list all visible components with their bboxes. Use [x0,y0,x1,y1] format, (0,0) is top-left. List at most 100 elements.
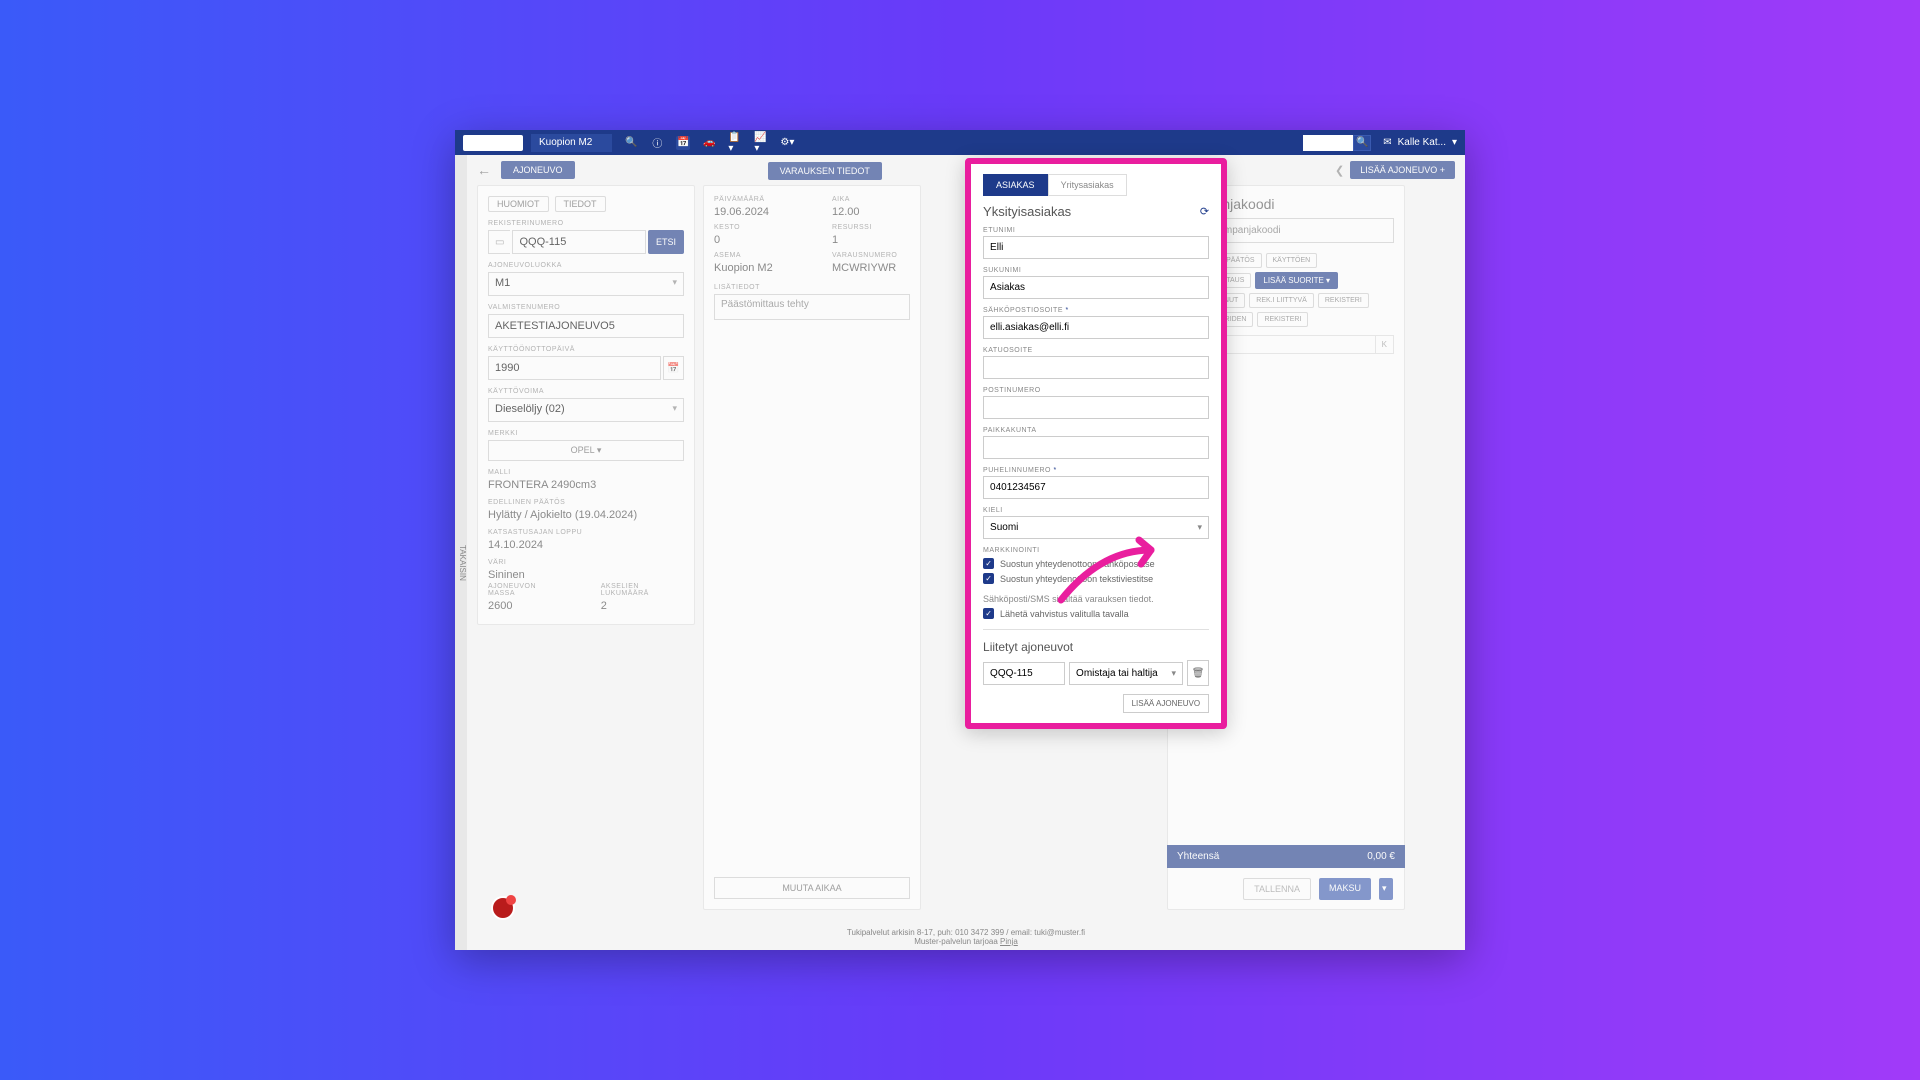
firstname-input[interactable] [983,236,1209,259]
left-rail[interactable]: TAKAISIN [455,155,467,950]
checkbox-sms-consent[interactable]: ✓Suostun yhteydenottoon tekstiviestitse [983,573,1209,584]
label-reg: REKISTERINUMERO [488,220,684,227]
label-res: RESURSSI [832,224,910,231]
label-zip: POSTINUMERO [983,387,1209,394]
lastname-input[interactable] [983,276,1209,299]
totals-amount: 0,00 € [1367,851,1395,862]
change-time-button[interactable]: MUUTA AIKAA [714,877,910,899]
calendar-picker-icon[interactable]: 📅 [663,356,684,380]
k-label: K [1375,336,1393,353]
checkbox-send-confirmation[interactable]: ✓Lähetä vahvistus valitulla tavalla [983,608,1209,619]
back-arrow-icon[interactable]: ← [477,162,491,178]
label-email: SÄHKÖPOSTIOSOITE * [983,307,1209,314]
delete-linked-icon[interactable]: 🗑 [1187,660,1209,686]
tab-yritys[interactable]: Yritysasiakas [1048,174,1127,196]
checkbox-email-consent[interactable]: ✓Suostun yhteydenottoon sähköpostitse [983,558,1209,569]
label-lastname: SUKUNIMI [983,267,1209,274]
address-input[interactable] [983,356,1209,379]
totals-bar: Yhteensä 0,00 € [1167,845,1405,868]
footer: Tukipalvelut arkisin 8-17, puh: 010 3472… [467,924,1465,950]
tab-tiedot[interactable]: TIEDOT [555,196,606,212]
add-linked-vehicle-button[interactable]: LISÄÄ AJONEUVO [1123,694,1209,713]
tab-huomiot[interactable]: HUOMIOT [488,196,549,212]
chip[interactable]: KÄYTTÖEN [1266,253,1318,268]
top-search-input[interactable] [1303,135,1353,151]
label-phone: PUHELINNUMERO * [983,467,1209,474]
email-input[interactable] [983,316,1209,339]
insp-value: 14.10.2024 [488,539,684,551]
label-station: ASEMA [714,252,792,259]
customer-modal: ASIAKAS Yritysasiakas Yksityisasiakas ⟳ … [965,158,1227,729]
footer-line2a: Muster-palvelun tarjoaa [914,937,1000,946]
axles-value: 2 [601,600,684,612]
label-vin: VALMISTENUMERO [488,304,684,311]
save-button[interactable]: TALLENNA [1243,878,1311,900]
location-select[interactable]: Kuopion M2 [531,134,612,152]
user-menu[interactable]: ✉ Kalle Kat... ▾ [1383,137,1457,148]
tab-varaus[interactable]: VARAUKSEN TIEDOT [768,162,882,180]
clipboard-icon[interactable]: 📋▾ [728,136,742,150]
chip[interactable]: REKISTERI [1318,293,1369,308]
year-input[interactable] [488,356,661,380]
pay-dropdown-icon[interactable]: ▾ [1379,878,1393,900]
add-suorite-button[interactable]: LISÄÄ SUORITE ▾ [1255,272,1338,289]
totals-label: Yhteensä [1177,851,1219,862]
user-name: Kalle Kat... [1398,137,1446,148]
label-brand: MERKKI [488,430,684,437]
label-time: AIKA [832,196,910,203]
label-insp: KATSASTUSAJAN LOPPU [488,529,684,536]
tab-asiakas[interactable]: ASIAKAS [983,174,1048,196]
info-icon[interactable]: ⓘ [650,136,664,150]
label-color: VÄRI [488,559,684,566]
topbar: Kuopion M2 🔍 ⓘ 📅 🚗 📋▾ 📈▾ ⚙▾ 🔍 ✉ Kalle Ka… [455,130,1465,155]
linked-role-select[interactable]: Omistaja tai haltija [1069,662,1183,685]
label-dur: KESTO [714,224,792,231]
mail-icon[interactable]: ✉ [1383,137,1391,148]
chevron-down-icon: ▾ [1452,137,1457,148]
confirmation-note: Sähköposti/SMS sisältää varauksen tiedot… [983,594,1209,604]
dur-value: 0 [714,234,792,246]
time-value: 12.00 [832,206,910,218]
date-value: 19.06.2024 [714,206,792,218]
chip[interactable]: REK.I LIITTYVÄ [1249,293,1314,308]
zip-input[interactable] [983,396,1209,419]
vin-input[interactable] [488,314,684,338]
city-input[interactable] [983,436,1209,459]
label-bno: VARAUSNUMERO [832,252,910,259]
reg-input[interactable] [512,230,646,254]
calendar-icon[interactable]: 📅 [676,136,690,150]
add-vehicle-button[interactable]: LISÄÄ AJONEUVO + [1350,161,1455,179]
label-mass: AJONEUVON MASSA [488,583,561,597]
label-address: KATUOSOITE [983,347,1209,354]
car-icon[interactable]: 🚗 [702,136,716,150]
power-select[interactable]: Dieselöljy (02) [488,398,684,422]
logo [463,135,523,151]
top-search[interactable]: 🔍 [1303,135,1371,151]
extra-textarea[interactable]: Päästömittaus tehty [714,294,910,320]
brand-select[interactable]: OPEL ▾ [488,440,684,461]
tab-ajoneuvo[interactable]: AJONEUVO [501,161,575,179]
label-city: PAIKKAKUNTA [983,427,1209,434]
label-marketing: MARKKINOINTI [983,547,1209,554]
refresh-icon[interactable]: ⟳ [1200,205,1209,218]
linked-reg-input[interactable] [983,662,1065,685]
gear-icon[interactable]: ⚙▾ [780,136,794,150]
prev-arrow-icon[interactable]: ❮ [1335,164,1344,177]
label-date: PÄIVÄMÄÄRÄ [714,196,792,203]
notification-badge-icon[interactable] [491,896,515,920]
footer-link[interactable]: Pinja [1000,937,1018,946]
class-select[interactable]: M1 [488,272,684,296]
res-value: 1 [832,234,910,246]
pay-button[interactable]: MAKSU [1319,878,1371,900]
search-reg-button[interactable]: ETSI [648,230,684,254]
search-icon[interactable]: 🔍 [624,136,638,150]
modal-title: Yksityisasiakas [983,204,1071,219]
color-value: Sininen [488,569,684,581]
phone-input[interactable] [983,476,1209,499]
chip[interactable]: REKISTERI [1257,312,1308,327]
lang-select[interactable]: Suomi [983,516,1209,539]
linked-vehicles-title: Liitetyt ajoneuvot [983,640,1209,654]
top-search-button[interactable]: 🔍 [1353,135,1371,151]
label-year: KÄYTTÖÖNOTTOPÄIVÄ [488,346,684,353]
chart-icon[interactable]: 📈▾ [754,136,768,150]
